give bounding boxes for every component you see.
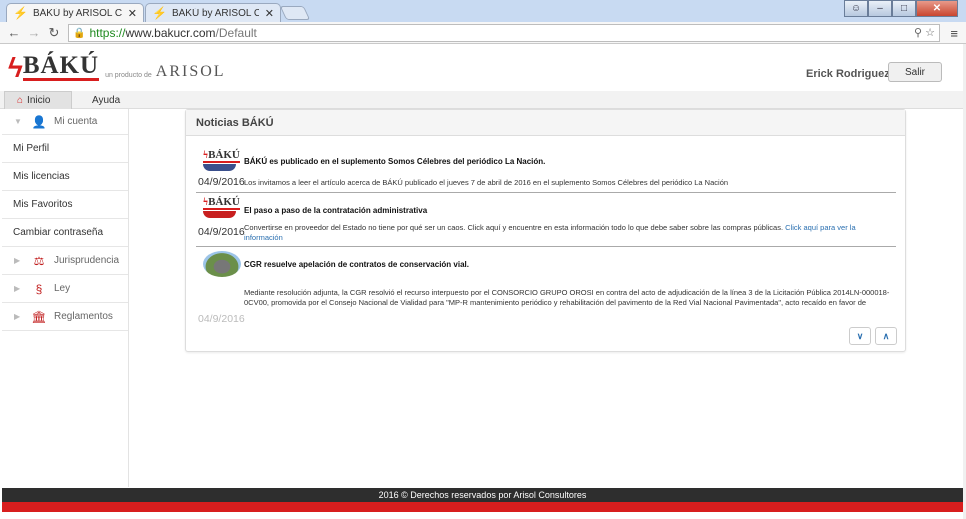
close-tab-icon[interactable]: ✕	[265, 7, 274, 20]
browser-tab-title: BÁKÚ by ARISOL Consulto	[171, 7, 259, 19]
browser-toolbar: ← → ↻ 🔒 https://www.bakucr.com/Default ⚲…	[0, 22, 966, 44]
building-icon: 🏛	[31, 309, 47, 324]
gavel-icon: ⚖	[33, 253, 45, 268]
chevron-up-icon[interactable]: ∧	[875, 327, 897, 345]
news-date: 04/9/2016	[198, 226, 245, 238]
logo-tagline: un producto de	[105, 72, 152, 79]
news-list[interactable]: ϟBÁKÚ BÁKÚ es publicado en el suplemento…	[196, 146, 896, 322]
close-tab-icon[interactable]: ✕	[128, 7, 137, 20]
news-item[interactable]: ϟBÁKÚ El paso a paso de la contratación …	[196, 193, 896, 247]
browser-tab-inactive[interactable]: ⚡ BÁKÚ by ARISOL Consulto ✕	[145, 3, 281, 22]
home-icon: ⌂	[17, 95, 24, 106]
window-controls: ☺ – □ ✕	[844, 0, 958, 17]
tab-ayuda[interactable]: Ayuda	[80, 91, 132, 109]
url-host: www.bakucr.com	[125, 26, 216, 40]
news-scroll-controls: ∨ ∧	[849, 327, 897, 345]
news-date: 04/9/2016	[198, 313, 245, 322]
url-path: /Default	[215, 26, 257, 40]
hamburger-icon[interactable]: ≡	[950, 26, 958, 41]
app-header: ϟ BÁKÚ un producto de ARISOL Erick Rodri…	[0, 44, 966, 91]
baku-favicon-icon: ⚡	[13, 6, 28, 20]
sidebar: ▼ 👤 Mi cuenta Mi Perfil Mis licencias Mi…	[2, 109, 129, 487]
user-icon[interactable]: ☺	[844, 0, 868, 17]
news-date: 04/9/2016	[198, 176, 245, 188]
road-thumbnail	[203, 251, 241, 277]
minimize-icon[interactable]: –	[868, 0, 892, 17]
thumb-banner	[203, 211, 236, 218]
news-title[interactable]: BÁKÚ es publicado en el suplemento Somos…	[244, 157, 545, 166]
footer-accent-bar	[2, 502, 963, 512]
new-tab-button[interactable]	[279, 6, 311, 20]
baku-thumbnail: ϟBÁKÚ	[203, 150, 240, 172]
star-icon[interactable]: ☆	[925, 27, 935, 39]
address-bar[interactable]: 🔒 https://www.bakucr.com/Default ⚲ ☆	[68, 24, 940, 42]
news-body: Convertirse en proveedor del Estado no t…	[244, 223, 894, 243]
arrow-right-icon[interactable]: →	[24, 25, 44, 40]
caret-right-icon: ▶	[14, 284, 21, 293]
news-title[interactable]: CGR resuelve apelación de contratos de c…	[244, 260, 469, 269]
tab-inicio-label: Inicio	[27, 95, 51, 106]
sidebar-group-label: Reglamentos	[54, 311, 113, 322]
caret-right-icon: ▶	[14, 256, 21, 265]
sidebar-group-label: Jurisprudencia	[54, 255, 120, 266]
user-icon: 👤	[31, 114, 47, 129]
sidebar-group-ley[interactable]: ▶ § Ley	[2, 275, 128, 303]
arisol-brand: ARISOL	[155, 63, 226, 80]
news-body: Mediante resolución adjunta, la CGR reso…	[244, 288, 890, 307]
baku-thumbnail: ϟBÁKÚ	[203, 197, 240, 219]
sidebar-item-mis-licencias[interactable]: Mis licencias	[2, 163, 128, 191]
sidebar-item-mi-perfil[interactable]: Mi Perfil	[2, 135, 128, 163]
caret-right-icon: ▶	[14, 312, 21, 321]
law-icon: §	[35, 281, 43, 296]
footer: 2016 © Derechos reservados por Arisol Co…	[2, 488, 963, 502]
news-item[interactable]: CGR resuelve apelación de contratos de c…	[196, 247, 896, 322]
sidebar-item-cambiar-contrasena[interactable]: Cambiar contraseña	[2, 219, 128, 247]
baku-favicon-icon: ⚡	[152, 6, 167, 20]
main-nav: ⌂ Inicio Ayuda	[0, 91, 966, 109]
reload-icon[interactable]: ↻	[44, 25, 64, 41]
lightning-icon: ϟ	[8, 52, 23, 83]
sidebar-group-mi-cuenta[interactable]: ▼ 👤 Mi cuenta	[2, 109, 128, 135]
news-panel-title: Noticias BÁKÚ	[186, 110, 905, 136]
close-window-icon[interactable]: ✕	[916, 0, 958, 17]
browser-tab-active[interactable]: ⚡ BÁKÚ by ARISOL Consultor ✕	[6, 3, 144, 22]
maximize-icon[interactable]: □	[892, 0, 916, 17]
omnibox-icons: ⚲ ☆	[914, 26, 935, 39]
lock-icon: 🔒	[73, 27, 86, 39]
logout-button[interactable]: Salir	[888, 62, 942, 82]
baku-logo[interactable]: ϟ BÁKÚ un producto de ARISOL	[8, 52, 226, 83]
mini-baku-logo: ϟBÁKÚ	[203, 196, 240, 210]
browser-tab-strip: ⚡ BÁKÚ by ARISOL Consultor ✕ ⚡ BÁKÚ by A…	[0, 0, 966, 22]
logo-text: BÁKÚ	[22, 52, 100, 81]
user-name: Erick Rodriguez	[806, 68, 890, 80]
arrow-left-icon[interactable]: ←	[4, 25, 24, 40]
chevron-down-icon[interactable]: ∨	[849, 327, 871, 345]
sidebar-group-jurisprudencia[interactable]: ▶ ⚖ Jurisprudencia	[2, 247, 128, 275]
news-panel: Noticias BÁKÚ ϟBÁKÚ BÁKÚ es publicado en…	[185, 109, 906, 352]
news-body-text: Convertirse en proveedor del Estado no t…	[244, 223, 784, 232]
url-scheme: https://	[89, 26, 126, 40]
tab-inicio[interactable]: ⌂ Inicio	[4, 91, 72, 109]
news-body: Los invitamos a leer el artículo acerca …	[244, 178, 729, 187]
browser-tab-title: BÁKÚ by ARISOL Consultor	[32, 7, 122, 19]
road-image	[203, 251, 241, 277]
sidebar-group-label: Ley	[54, 283, 71, 294]
news-title[interactable]: El paso a paso de la contratación admini…	[244, 206, 427, 215]
sidebar-group-label: Mi cuenta	[54, 116, 98, 127]
sidebar-group-reglamentos[interactable]: ▶ 🏛 Reglamentos	[2, 303, 128, 331]
thumb-banner	[203, 164, 236, 171]
news-item[interactable]: ϟBÁKÚ BÁKÚ es publicado en el suplemento…	[196, 146, 896, 193]
magnifier-icon[interactable]: ⚲	[914, 27, 922, 39]
mini-baku-logo: ϟBÁKÚ	[203, 149, 240, 163]
sidebar-item-mis-favoritos[interactable]: Mis Favoritos	[2, 191, 128, 219]
caret-down-icon: ▼	[14, 117, 22, 126]
